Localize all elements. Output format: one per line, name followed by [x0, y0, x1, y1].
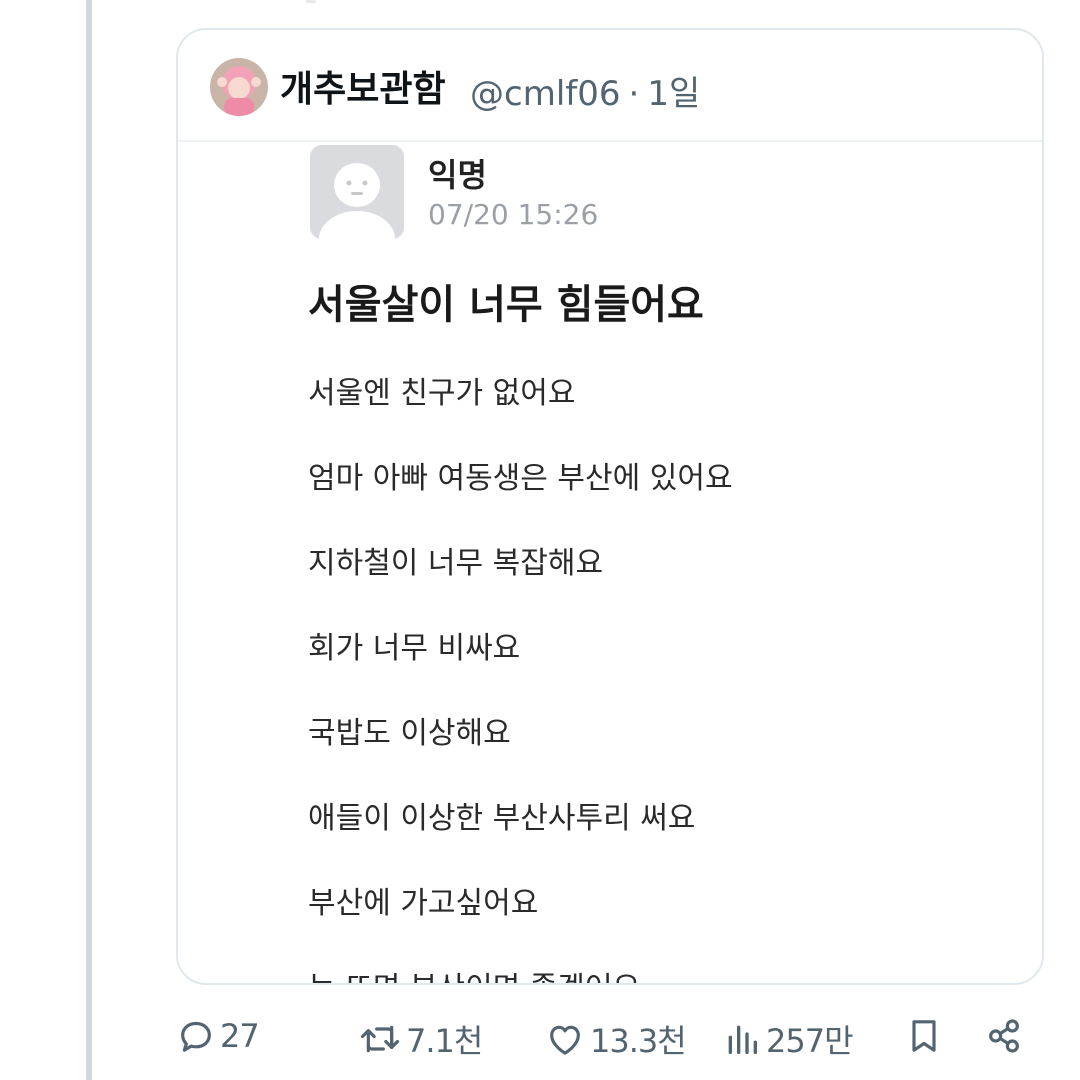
quoted-post-header: 개추보관함 @cmlf06 · 1일 [178, 30, 1042, 142]
post-age[interactable]: 1일 [647, 74, 700, 114]
user-handle[interactable]: @cmlf06 [470, 74, 621, 114]
like-count: 13.3천 [590, 1022, 687, 1060]
thread-connector-line [86, 0, 92, 1080]
views-count: 257만 [766, 1022, 854, 1060]
quoted-post-image: 익명 07/20 15:26 서울살이 너무 힘들어요 서울엔 친구가 없어요 … [178, 140, 1042, 983]
post-line: 회가 너무 비싸요 [308, 631, 521, 666]
reply-icon [181, 1021, 211, 1052]
post-line: 엄마 아빠 여동생은 부산에 있어요 [308, 461, 733, 496]
post-author: 익명 [428, 156, 487, 194]
repost-count: 7.1천 [406, 1022, 483, 1060]
avatar-image-icon [210, 58, 268, 116]
meta-separator: · [628, 74, 640, 114]
post-line: 애들이 이상한 부산사투리 써요 [308, 801, 696, 836]
bookmark-button[interactable] [904, 1016, 944, 1056]
share-button[interactable] [984, 1016, 1024, 1056]
post-line: 부산에 가고싶어요 [308, 886, 539, 921]
display-name[interactable]: 개추보관함 [280, 60, 446, 112]
reply-count: 27 [220, 1017, 260, 1055]
post-timestamp: 07/20 15:26 [428, 198, 599, 231]
user-avatar[interactable] [210, 58, 268, 116]
post-line: 지하철이 너무 복잡해요 [308, 546, 604, 581]
share-icon [989, 1019, 1019, 1053]
post-line: 국밥도 이상해요 [308, 716, 511, 751]
post-line: 눈 뜨면 부산이면 좋겠어요 [308, 963, 640, 983]
post-title: 서울살이 너무 힘들어요 [308, 282, 704, 328]
quoted-post-card[interactable]: 개추보관함 @cmlf06 · 1일 익명 07/20 15:26 서울살이 너무 … [176, 28, 1044, 985]
reply-button[interactable]: 27 [176, 1016, 260, 1056]
top-divider-mark [306, 0, 316, 3]
heart-icon [550, 1025, 580, 1055]
repost-button[interactable]: 7.1천 [358, 1016, 483, 1062]
views-icon [728, 1025, 757, 1054]
bookmark-icon [912, 1020, 936, 1052]
repost-icon [360, 1025, 400, 1053]
like-button[interactable]: 13.3천 [544, 1016, 687, 1062]
post-action-bar: 27 7.1천 13.3천 257만 [0, 1010, 1080, 1070]
views-button[interactable]: 257만 [722, 1016, 854, 1062]
anonymous-avatar-icon [310, 145, 404, 239]
post-line: 서울엔 친구가 없어요 [308, 376, 576, 411]
user-meta: @cmlf06 · 1일 [470, 66, 708, 115]
